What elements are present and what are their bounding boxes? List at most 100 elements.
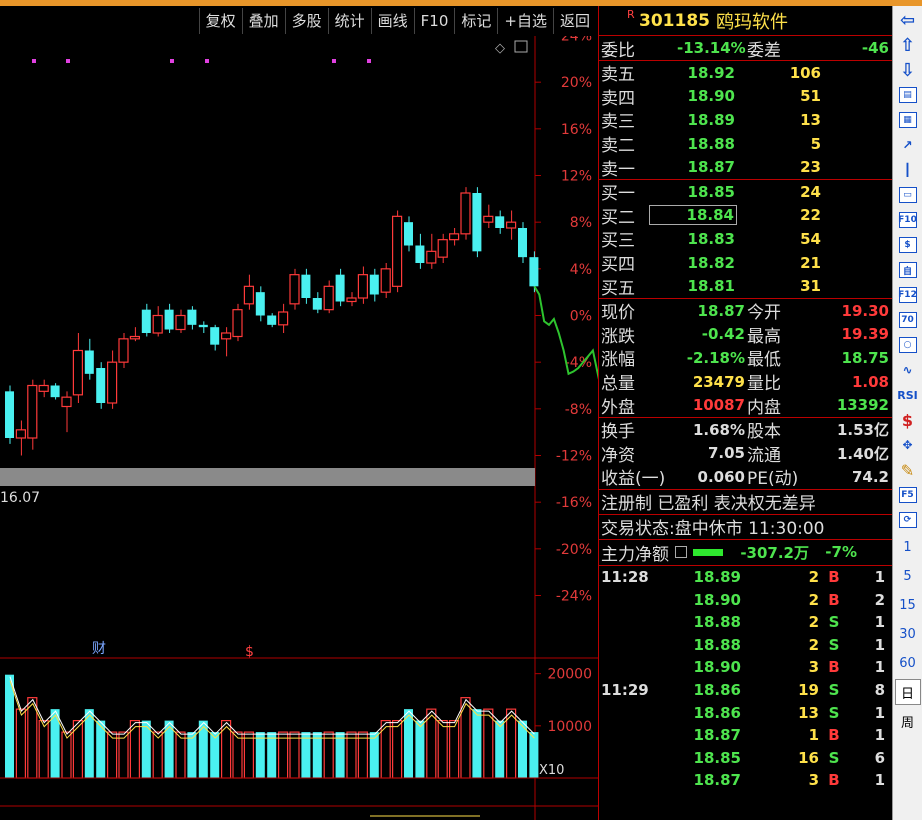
tick-count: 6 xyxy=(874,748,885,767)
tick-price: 18.88 xyxy=(693,613,741,632)
pen-icon[interactable]: ✎ xyxy=(895,459,921,481)
icon-glyph: 70 xyxy=(898,312,917,328)
stat-label: 今开 xyxy=(747,303,781,324)
line-chart-icon[interactable]: ↗ xyxy=(895,134,921,156)
side-rsi[interactable]: RSI xyxy=(895,384,921,406)
ask-price[interactable]: 18.90 xyxy=(649,87,737,105)
bid-row-2[interactable]: 买三 18.83 54 xyxy=(599,227,892,252)
candle-icon[interactable]: ┃ xyxy=(895,159,921,181)
report-icon[interactable]: ▤ xyxy=(895,84,921,106)
arrow-down-icon[interactable]: ⇩ xyxy=(895,59,921,81)
ask-price[interactable]: 18.92 xyxy=(649,64,737,82)
fund-label: 股本 xyxy=(747,422,781,443)
period-60[interactable]: 60 xyxy=(895,650,921,676)
ask-price[interactable]: 18.87 xyxy=(649,158,737,176)
tick-price: 18.87 xyxy=(693,726,741,745)
ask-row-1[interactable]: 卖四 18.90 51 xyxy=(599,85,892,109)
bid-price[interactable]: 18.82 xyxy=(649,254,737,272)
tick-count: 1 xyxy=(874,703,885,722)
dollar-icon[interactable]: $ xyxy=(895,409,921,431)
volume-bar xyxy=(278,731,289,779)
wave-icon[interactable]: ∿ xyxy=(895,359,921,381)
toolbar-button-1[interactable]: 叠加 xyxy=(241,8,285,34)
trade-icon[interactable]: $ xyxy=(895,234,921,256)
period-1[interactable]: 1 xyxy=(895,534,921,560)
side-70[interactable]: 70 xyxy=(895,309,921,331)
bid-row-4[interactable]: 买五 18.81 31 xyxy=(599,274,892,299)
toolbar-button-8[interactable]: 返回 xyxy=(552,8,596,34)
candle-body xyxy=(27,384,38,439)
bid-price[interactable]: 18.84 xyxy=(649,205,737,226)
toolbar-button-7[interactable]: +自选 xyxy=(497,8,553,34)
ask-row-3[interactable]: 卖二 18.88 5 xyxy=(599,132,892,157)
bid-volume: 24 xyxy=(800,182,821,201)
volume-bar xyxy=(346,731,357,779)
move-icon[interactable]: ✥ xyxy=(895,434,921,456)
ask-volume: 5 xyxy=(810,134,821,153)
bid-row-0[interactable]: 买一 18.85 24 xyxy=(599,180,892,205)
toolbar-button-4[interactable]: 画线 xyxy=(370,8,414,34)
period-5[interactable]: 5 xyxy=(895,563,921,589)
toolbar-button-6[interactable]: 标记 xyxy=(454,8,497,34)
toolbar-button-3[interactable]: 统计 xyxy=(327,8,371,34)
toolbar-button-5[interactable]: F10 xyxy=(413,8,455,34)
side-f5[interactable]: F5 xyxy=(895,484,921,506)
tick-price: 18.88 xyxy=(693,635,741,654)
stat-label: 涨跌 xyxy=(601,326,635,347)
ask-row-0[interactable]: 卖五 18.92 106 xyxy=(599,61,892,86)
candle-body xyxy=(323,285,334,311)
chart-area[interactable]: 复权 叠加 多股 统计 画线 F10 标记 +自选 返回 ◇ 24% 20% 16% 12% 8% 4% 0%… xyxy=(0,6,598,820)
volume-bar xyxy=(106,731,118,779)
main-force-row[interactable]: 主力净额 -307.2万 -7% xyxy=(599,540,892,566)
volume-bar xyxy=(529,732,539,778)
period-15[interactable]: 15 xyxy=(895,592,921,618)
ask-row-4[interactable]: 卖一 18.87 23 xyxy=(599,155,892,180)
candle-body xyxy=(152,314,163,334)
stat-label: 最低 xyxy=(747,350,781,371)
ask-price[interactable]: 18.88 xyxy=(649,135,737,153)
bid-row-3[interactable]: 买四 18.82 21 xyxy=(599,251,892,276)
candle-body xyxy=(506,221,517,229)
weibi-row: 委比 -13.14% 委差 -46 xyxy=(599,36,892,61)
tick-side: B xyxy=(828,771,840,790)
tick-row: 18.87 1 B 1 xyxy=(599,724,892,747)
bid-price[interactable]: 18.83 xyxy=(649,230,737,248)
ask-row-2[interactable]: 卖三 18.89 13 xyxy=(599,108,892,133)
tick-count: 1 xyxy=(874,635,885,654)
bid-row-1[interactable]: 买二 18.84 22 xyxy=(599,204,892,228)
tick-list[interactable]: 11:28 18.89 2 B 1 18.90 2 B 2 18.88 2 S 1 18.88 2 S 1 18.… xyxy=(599,566,892,792)
side-f12[interactable]: F12 xyxy=(895,284,921,306)
candle-body xyxy=(369,274,379,295)
axis-tick-label: -20% xyxy=(556,542,592,558)
ask-volume: 51 xyxy=(800,87,821,106)
self-icon[interactable]: 自 xyxy=(895,259,921,281)
bid-price[interactable]: 18.85 xyxy=(649,183,737,201)
grid-icon[interactable]: ▦ xyxy=(895,109,921,131)
arrow-left-icon[interactable]: ⇦ xyxy=(895,9,921,31)
bid-price[interactable]: 18.81 xyxy=(649,277,737,295)
toolbar-button-2[interactable]: 多股 xyxy=(284,8,328,34)
tick-price: 18.86 xyxy=(693,680,741,699)
bid-volume: 31 xyxy=(800,277,821,296)
arrow-up-icon[interactable]: ⇧ xyxy=(895,34,921,56)
window-icon[interactable]: ▭ xyxy=(895,184,921,206)
signal-marker xyxy=(367,59,371,63)
period-30[interactable]: 30 xyxy=(895,621,921,647)
circle-icon[interactable]: ○ xyxy=(895,334,921,356)
stat-row-1: 涨跌 -0.42 最高 19.39 xyxy=(599,323,892,347)
fund-value: 1.40亿 xyxy=(836,444,889,463)
toolbar-button-0[interactable]: 复权 xyxy=(198,8,242,34)
period-day[interactable]: 日 xyxy=(894,679,921,705)
fund-row-1: 净资 7.05 流通 1.40亿 xyxy=(599,442,892,466)
refresh-icon[interactable]: ⟳ xyxy=(895,509,921,531)
side-f10[interactable]: F10 xyxy=(895,209,921,231)
volume-bar xyxy=(323,731,334,779)
ask-price[interactable]: 18.89 xyxy=(649,111,737,129)
list-icon[interactable] xyxy=(675,546,687,559)
volume-bar xyxy=(118,731,129,779)
period-week[interactable]: 周 xyxy=(895,708,921,734)
signal-marker xyxy=(66,59,70,63)
candle-body xyxy=(437,239,448,258)
tick-row: 18.90 2 B 2 xyxy=(599,588,892,611)
kline-chart[interactable]: ◇24%20%16%12%8%4%0%-4%-8%-12%-16%-20%-24… xyxy=(0,36,598,820)
